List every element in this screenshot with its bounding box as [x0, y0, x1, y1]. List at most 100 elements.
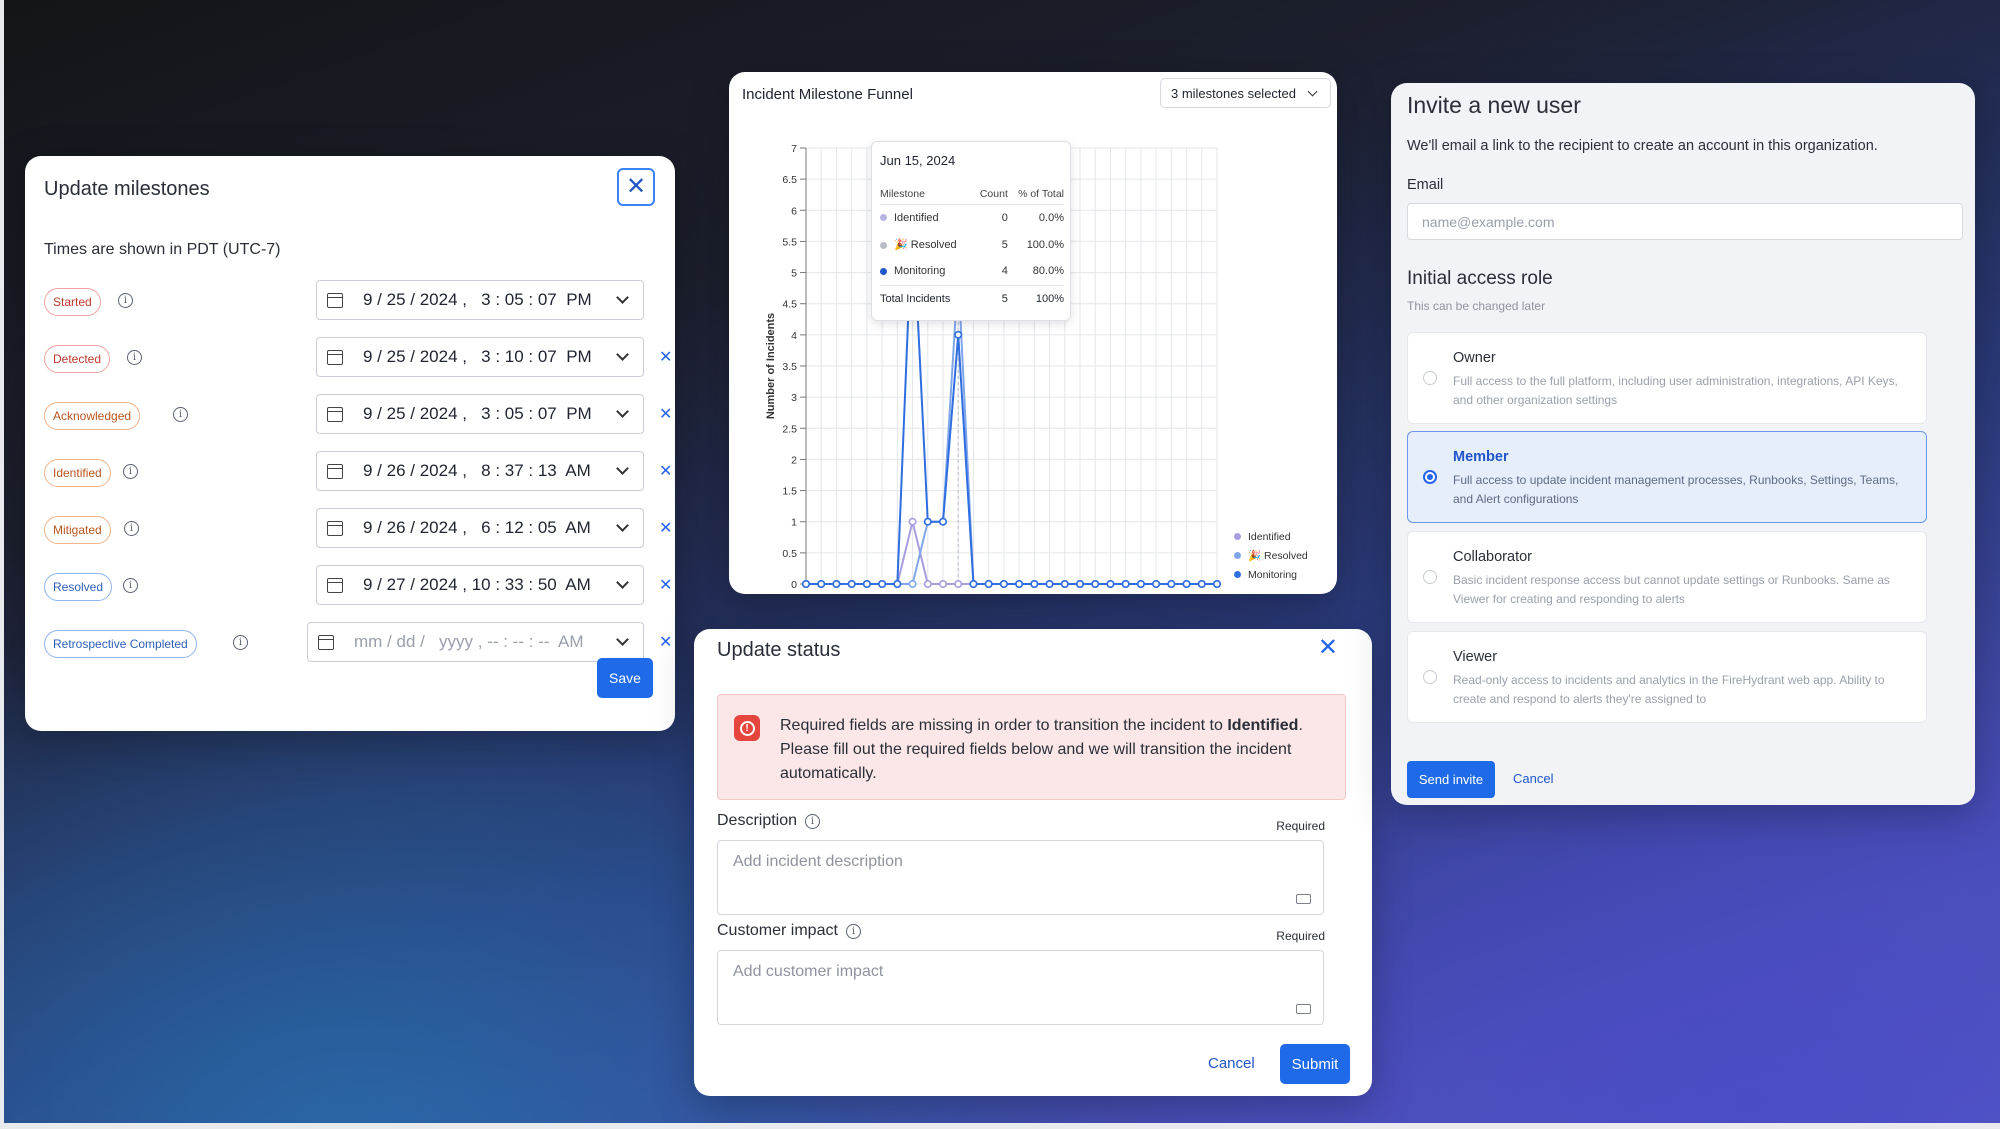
data-point [984, 579, 993, 588]
data-point [1075, 579, 1084, 588]
alert-icon: ! [734, 715, 760, 741]
info-icon: i [173, 407, 188, 422]
chevron-down-icon[interactable] [616, 462, 629, 475]
datetime-input[interactable]: 9 / 25 / 2024 , 3 : 05 : 07 PM [316, 394, 644, 434]
legend-item[interactable]: Monitoring [1234, 565, 1308, 584]
tooltip-row: Identified 0 0.0% [880, 204, 1064, 231]
cancel-button[interactable]: Cancel [1208, 1055, 1255, 1072]
chevron-down-icon[interactable] [616, 348, 629, 361]
submit-button[interactable]: Submit [1280, 1044, 1350, 1084]
data-point [1152, 579, 1161, 588]
data-point [1136, 579, 1145, 588]
y-tick-label: 4.5 [782, 299, 797, 311]
close-icon[interactable]: ✕ [1318, 633, 1338, 662]
clear-icon[interactable]: ✕ [659, 575, 672, 595]
role-title: Initial access role [1407, 268, 1553, 289]
chevron-down-icon[interactable] [616, 576, 629, 589]
radio-button[interactable] [1423, 470, 1437, 484]
data-point [939, 517, 948, 526]
milestone-row-started: Started i 9 / 25 / 2024 , 3 : 05 : 07 PM [44, 280, 654, 320]
datetime-input[interactable]: 9 / 27 / 2024 , 10 : 33 : 50 AM [316, 565, 644, 605]
info-icon: i [845, 923, 861, 939]
chevron-down-icon[interactable] [616, 519, 629, 532]
y-tick-label: 3 [791, 392, 797, 404]
chevron-down-icon[interactable] [616, 633, 629, 646]
email-field[interactable]: name@example.com [1407, 203, 1963, 240]
cancel-button[interactable]: Cancel [1513, 771, 1553, 786]
legend-item[interactable]: Identified [1234, 527, 1308, 546]
clear-icon[interactable]: ✕ [659, 518, 672, 538]
datetime-input[interactable]: 9 / 25 / 2024 , 3 : 05 : 07 PM [316, 280, 644, 320]
milestone-badge: Resolved [44, 573, 113, 601]
customer-impact-textarea[interactable]: Add customer impact [717, 950, 1324, 1025]
data-point [939, 579, 948, 588]
legend-dot [1234, 571, 1241, 578]
data-point [1167, 579, 1176, 588]
y-tick-label: 1.5 [782, 486, 797, 498]
customer-impact-label: Customer impact i [717, 922, 861, 940]
data-point [1091, 579, 1100, 588]
info-icon: i [127, 350, 142, 365]
y-tick-label: 6 [791, 205, 797, 217]
info-icon: i [123, 578, 138, 593]
missing-fields-alert: ! Required fields are missing in order t… [717, 694, 1346, 800]
data-point [1045, 579, 1054, 588]
y-tick-label: 1 [791, 517, 797, 529]
update-milestones-dialog: Update milestones ✕ Times are shown in P… [25, 156, 675, 731]
alert-text: Required fields are missing in order to … [780, 717, 1303, 782]
header-pct: % of Total [1007, 184, 1064, 205]
milestone-badge: Detected [44, 345, 111, 373]
required-tag: Required [1276, 819, 1325, 833]
chevron-down-icon[interactable] [616, 405, 629, 418]
role-option-collaborator[interactable]: Collaborator Basic incident response acc… [1407, 531, 1927, 623]
radio-button[interactable] [1423, 570, 1437, 584]
milestone-row-mitigated: Mitigated i 9 / 26 / 2024 , 6 : 12 : 05 … [44, 508, 672, 548]
data-point [832, 579, 841, 588]
datetime-input[interactable]: 9 / 26 / 2024 , 6 : 12 : 05 AM [316, 508, 644, 548]
datetime-input[interactable]: 9 / 26 / 2024 , 8 : 37 : 13 AM [316, 451, 644, 491]
clear-icon[interactable]: ✕ [659, 632, 672, 652]
series-dot [880, 267, 887, 275]
milestone-badge: Acknowledged [44, 402, 141, 430]
role-option-owner[interactable]: Owner Full access to the full platform, … [1407, 332, 1927, 424]
data-point [923, 579, 932, 588]
info-icon: i [805, 813, 821, 829]
radio-button[interactable] [1423, 371, 1437, 385]
data-point [908, 579, 917, 588]
clear-icon[interactable]: ✕ [659, 461, 672, 481]
data-point [1121, 579, 1130, 588]
calendar-icon [327, 292, 343, 308]
calendar-icon [327, 463, 343, 479]
close-icon: ✕ [625, 173, 647, 200]
y-axis-label: Number of Incidents [765, 313, 777, 419]
legend-item[interactable]: 🎉 Resolved [1234, 546, 1308, 565]
info-icon: i [123, 464, 138, 479]
chart-legend: Identified 🎉 Resolved Monitoring [1234, 527, 1308, 584]
close-button[interactable]: ✕ [617, 168, 655, 206]
radio-button[interactable] [1423, 670, 1437, 684]
tooltip-date: Jun 15, 2024 [880, 153, 956, 168]
role-subtitle: This can be changed later [1407, 299, 1546, 313]
data-point [999, 579, 1008, 588]
send-invite-button[interactable]: Send invite [1407, 761, 1495, 798]
datetime-input[interactable]: 9 / 25 / 2024 , 3 : 10 : 07 PM [316, 337, 644, 377]
invite-user-dialog: Invite a new user We'll email a link to … [1391, 83, 1975, 805]
clear-icon[interactable]: ✕ [659, 347, 672, 367]
milestone-badge: Started [44, 288, 101, 316]
calendar-icon [318, 634, 334, 650]
chevron-down-icon[interactable] [616, 291, 629, 304]
role-option-member[interactable]: Member Full access to update incident ma… [1407, 431, 1927, 523]
save-button[interactable]: Save [597, 658, 653, 698]
invite-title: Invite a new user [1407, 92, 1581, 118]
data-point [802, 579, 811, 588]
invite-subtitle: We'll email a link to the recipient to c… [1407, 138, 1878, 154]
calendar-icon [327, 349, 343, 365]
tooltip-row: 🎉 Resolved 5 100.0% [880, 231, 1064, 258]
incident-milestone-funnel-card: Incident Milestone Funnel 3 milestones s… [729, 72, 1337, 594]
clear-icon[interactable]: ✕ [659, 404, 672, 424]
data-point [923, 517, 932, 526]
y-tick-label: 4 [791, 330, 797, 342]
datetime-input[interactable]: mm / dd / yyyy , -- : -- : -- AM [307, 622, 644, 662]
role-option-viewer[interactable]: Viewer Read-only access to incidents and… [1407, 631, 1927, 723]
description-textarea[interactable]: Add incident description [717, 840, 1324, 915]
